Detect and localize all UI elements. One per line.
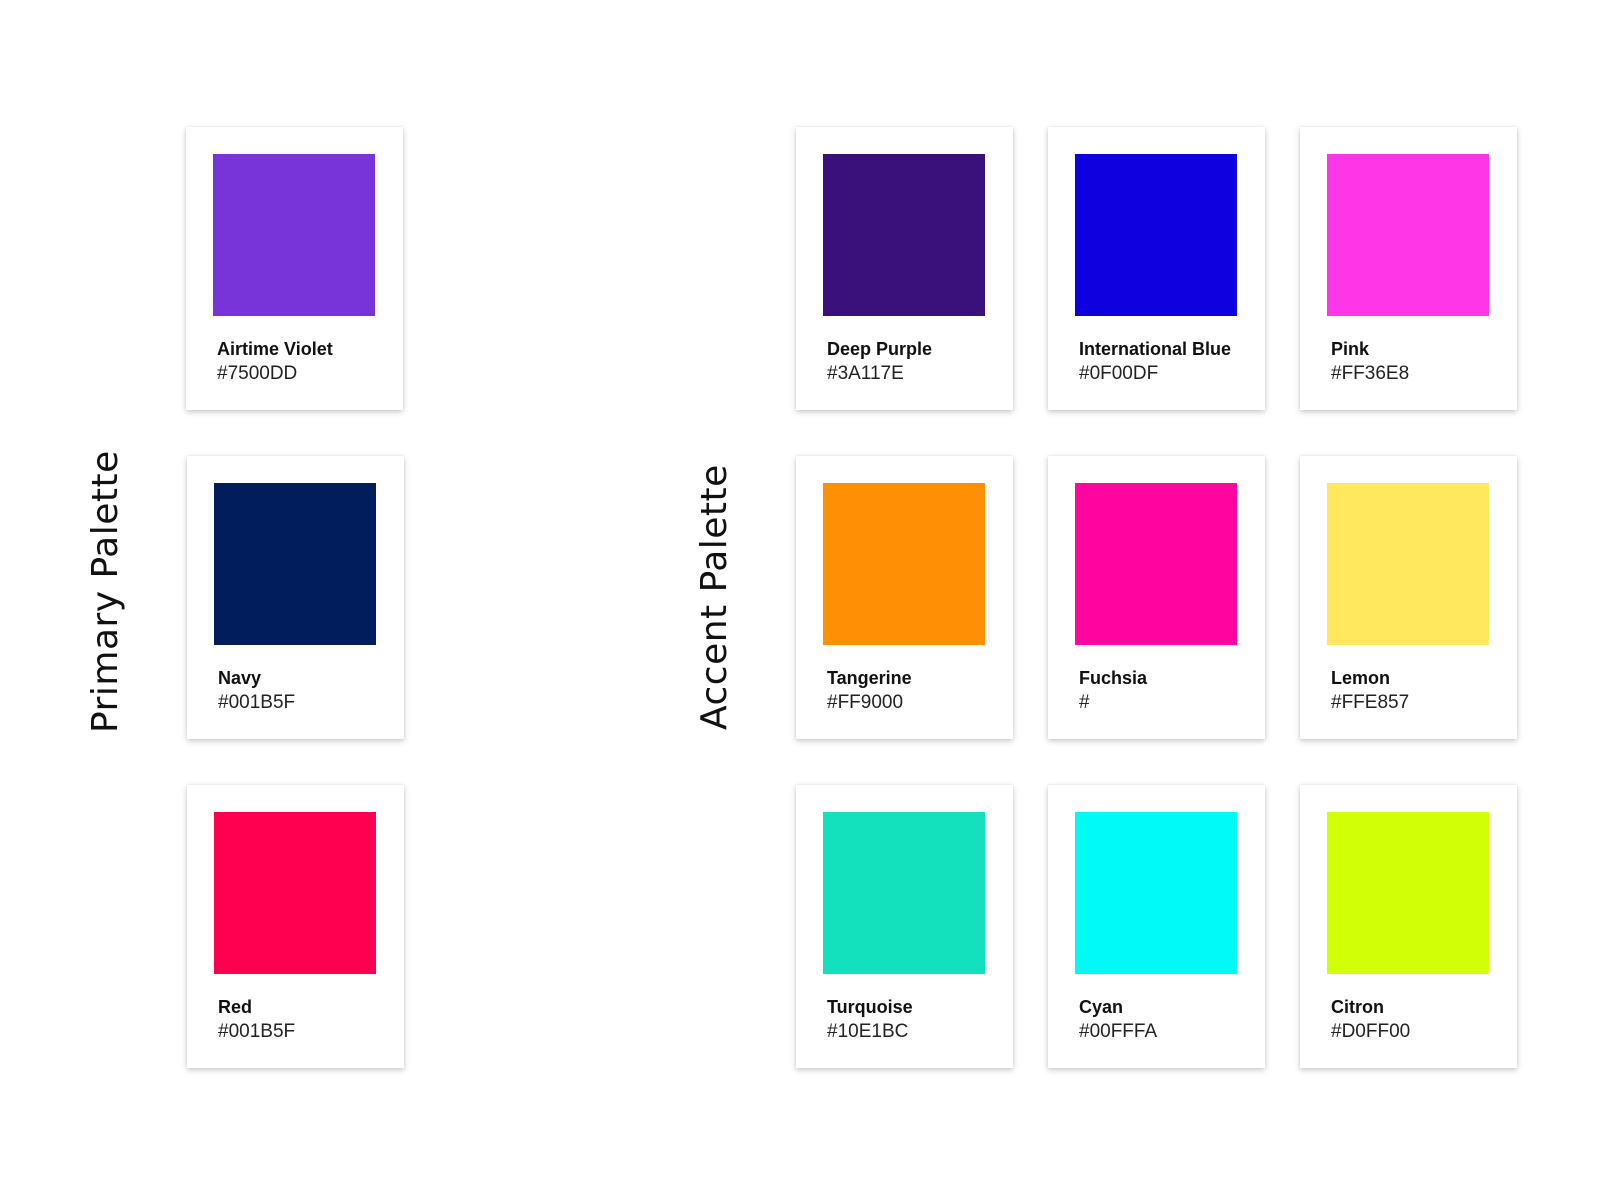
color-swatch [1327,812,1489,974]
swatch-card-citron: Citron #D0FF00 [1300,785,1517,1068]
swatch-name: Airtime Violet [217,339,333,359]
swatch-hex: #FF36E8 [1331,363,1410,384]
color-swatch [823,154,985,316]
swatch-hex: # [1079,692,1090,713]
color-swatch [1075,154,1237,316]
accent-palette-title: Accent Palette [694,464,735,730]
palette-canvas: Primary Palette Accent Palette Airtime V… [0,0,1600,1200]
color-swatch [823,483,985,645]
swatch-hex: #10E1BC [827,1021,909,1042]
swatch-card-cyan: Cyan #00FFFA [1048,785,1265,1068]
swatch-name: Deep Purple [827,339,933,359]
color-swatch [1075,812,1237,974]
swatch-name: Citron [1331,997,1384,1017]
swatch-name: Pink [1331,339,1370,359]
swatch-hex: #D0FF00 [1331,1021,1411,1042]
swatch-hex: #FF9000 [827,692,904,713]
swatch-card-red: Red #001B5F [187,785,404,1068]
swatch-card-turquoise: Turquoise #10E1BC [796,785,1013,1068]
swatch-name: Tangerine [827,668,912,688]
swatch-hex: #00FFFA [1079,1021,1158,1042]
swatch-card-tangerine: Tangerine #FF9000 [796,456,1013,739]
swatch-hex: #FFE857 [1331,692,1410,713]
color-swatch [214,812,376,974]
swatch-card-pink: Pink #FF36E8 [1300,127,1517,410]
color-swatch [1327,154,1489,316]
primary-palette-title: Primary Palette [85,450,126,733]
swatch-name: Lemon [1331,668,1391,688]
swatch-hex: #7500DD [217,363,298,384]
swatch-name: Cyan [1079,997,1124,1017]
swatch-card-fuchsia: Fuchsia # [1048,456,1265,739]
swatch-card-airtime-violet: Airtime Violet #7500DD [186,127,403,410]
swatch-hex: #001B5F [218,692,296,713]
color-swatch [823,812,985,974]
color-swatch [1327,483,1489,645]
color-swatch [214,483,376,645]
color-swatch [1075,483,1237,645]
swatch-name: Navy [218,668,262,688]
swatch-card-navy: Navy #001B5F [187,456,404,739]
swatch-card-international-blue: International Blue #0F00DF [1048,127,1265,410]
swatch-name: International Blue [1079,339,1232,359]
color-swatch [213,154,375,316]
swatch-hex: #001B5F [218,1021,296,1042]
swatch-name: Turquoise [827,997,913,1017]
swatch-card-deep-purple: Deep Purple #3A117E [796,127,1013,410]
swatch-name: Fuchsia [1079,668,1148,688]
swatch-card-lemon: Lemon #FFE857 [1300,456,1517,739]
swatch-hex: #0F00DF [1079,363,1159,384]
swatch-name: Red [218,997,253,1017]
swatch-hex: #3A117E [827,363,904,384]
